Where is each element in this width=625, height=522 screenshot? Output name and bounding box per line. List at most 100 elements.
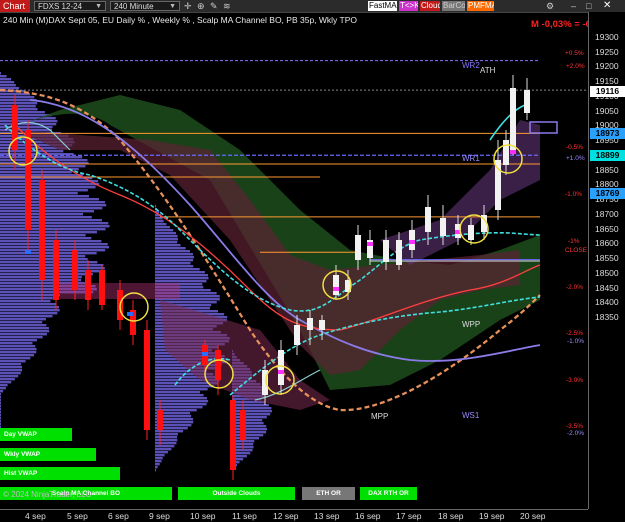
volume-profile-bar <box>0 111 45 114</box>
toggle-tk-button[interactable]: T<>K <box>399 1 418 11</box>
zoom-icon[interactable]: ⊕ <box>197 1 205 11</box>
candle-white <box>495 160 501 210</box>
toggle-fastma-button[interactable]: FastMA <box>368 1 397 11</box>
wr1-label: WR1 <box>462 154 480 163</box>
volume-profile-bar <box>0 345 36 348</box>
percent-level-label: CLOSE <box>565 247 588 254</box>
volume-profile-bar <box>0 354 35 357</box>
volume-profile-bar <box>155 250 191 253</box>
volume-profile-bar <box>0 366 23 369</box>
candle-white <box>294 325 300 345</box>
volume-profile-bar <box>155 433 178 436</box>
candle-red <box>12 105 18 150</box>
volume-profile-bar <box>155 235 178 238</box>
draw-icon[interactable]: ✎ <box>210 1 218 11</box>
volume-profile-bar <box>0 198 99 201</box>
price-tick-label: 18400 <box>595 297 619 308</box>
volume-profile-bar <box>0 114 52 117</box>
volume-profile-bar <box>0 84 16 87</box>
maximize-icon[interactable]: □ <box>586 1 591 11</box>
outside-clouds-button[interactable]: Outside Clouds <box>178 487 295 500</box>
percent-level-label: -2.0% <box>567 430 584 437</box>
volume-profile-bar <box>0 222 109 225</box>
candle-marker <box>409 240 415 244</box>
candle-red <box>39 180 45 280</box>
volume-profile-bar <box>155 394 204 397</box>
volume-profile-bar <box>232 407 272 410</box>
volume-profile-bar <box>155 274 209 277</box>
wr2-label: WR2 <box>462 61 480 70</box>
volume-profile-bar <box>0 96 35 99</box>
volume-profile-bar <box>155 280 207 283</box>
volume-profile-bar <box>0 321 43 324</box>
weekly-vwap-button[interactable]: Wkly VWAP <box>0 448 96 461</box>
eth-or-button[interactable]: ETH OR <box>302 487 355 500</box>
volume-profile-bar <box>0 210 95 213</box>
volume-profile-bar <box>0 267 105 270</box>
volume-profile-bar <box>0 228 106 231</box>
volume-profile-bar <box>0 117 56 120</box>
volume-profile-bar <box>0 171 72 174</box>
price-tick-label: 18500 <box>595 267 619 278</box>
candle-white <box>396 240 402 265</box>
volume-profile-bar <box>155 238 178 241</box>
price-tick-label: 19150 <box>595 76 619 87</box>
ath-label: ATH <box>480 66 496 75</box>
current-price-marker: 19116 <box>590 85 625 97</box>
volume-profile-bar <box>155 442 177 445</box>
toggle-pmfma-button[interactable]: PMFMA <box>467 1 494 11</box>
toggle-barcol-button[interactable]: BarCol <box>442 1 465 11</box>
volume-profile-bar <box>155 406 203 409</box>
dax-rth-or-button[interactable]: DAX RTH OR <box>360 487 417 500</box>
volume-profile-bar <box>0 369 23 372</box>
date-tick-label: 18 sep <box>438 511 464 521</box>
volume-profile-bar <box>232 425 267 428</box>
volume-profile-bar <box>155 253 193 256</box>
volume-profile-bar <box>0 174 83 177</box>
day-vwap-button[interactable]: Day VWAP <box>0 428 72 441</box>
volume-profile-bar <box>155 430 184 433</box>
percent-level-label: -3.0% <box>566 377 583 384</box>
crosshair-icon[interactable]: ✛ <box>184 1 192 11</box>
volume-profile-bar <box>155 220 164 223</box>
volume-profile-bar <box>0 315 53 318</box>
volume-profile-bar <box>155 226 170 229</box>
volume-profile-bar <box>0 297 53 300</box>
candle-white <box>355 235 361 260</box>
instrument-label: FDXS 12-24 <box>38 2 83 11</box>
volume-profile-bar <box>155 262 191 265</box>
daily-change-label: M -0,03% = -6 <box>531 19 591 30</box>
date-axis[interactable]: 4 sep 5 sep 6 sep 9 sep 10 sep 11 sep 12 sep 13… <box>0 509 588 522</box>
percent-level-label: -2.5% <box>566 330 583 337</box>
volume-profile-bar <box>0 237 92 240</box>
volume-profile-bar <box>232 419 263 422</box>
price-chart[interactable]: WR2ATH WR1 WPP WS1 MPP +0.5% +2.0% -0.5% +1.0% -1… <box>0 12 588 509</box>
indicator-icon[interactable]: ≋ <box>223 1 231 11</box>
close-icon[interactable]: ✕ <box>603 1 611 11</box>
percent-level-label: -2.0% <box>566 284 583 291</box>
percent-level-label: -0.5% <box>566 144 583 151</box>
volume-profile-bar <box>155 217 163 220</box>
volume-profile-bar <box>0 336 43 339</box>
instrument-selector[interactable]: FDXS 12-24 ▼ <box>34 1 106 11</box>
volume-profile-bar <box>0 183 100 186</box>
price-axis[interactable]: 1930019250192001915019100190501900018950… <box>588 12 625 509</box>
properties-icon[interactable]: ⚙ <box>546 1 554 11</box>
period-selector[interactable]: 240 Minute ▼ <box>110 1 180 11</box>
percent-level-label: +1.0% <box>566 155 585 162</box>
volume-profile-bar <box>155 232 176 235</box>
volume-profile-bar <box>0 306 60 309</box>
volume-profile-bar <box>155 403 207 406</box>
volume-profile-bar <box>155 259 194 262</box>
volume-profile-bar <box>155 469 156 472</box>
volume-profile-bar <box>0 396 1 399</box>
volume-profile-bar <box>0 165 86 168</box>
chart-tab[interactable]: Chart <box>0 0 30 12</box>
price-tick-label: 19250 <box>595 46 619 57</box>
minimize-icon[interactable]: – <box>571 1 576 11</box>
volume-profile-bar <box>0 399 1 402</box>
toggle-cloud-button[interactable]: Cloud <box>420 1 440 11</box>
hist-vwap-button[interactable]: Hist VWAP <box>0 467 120 480</box>
volume-profile-bar <box>155 277 209 280</box>
volume-profile-bar <box>0 273 93 276</box>
